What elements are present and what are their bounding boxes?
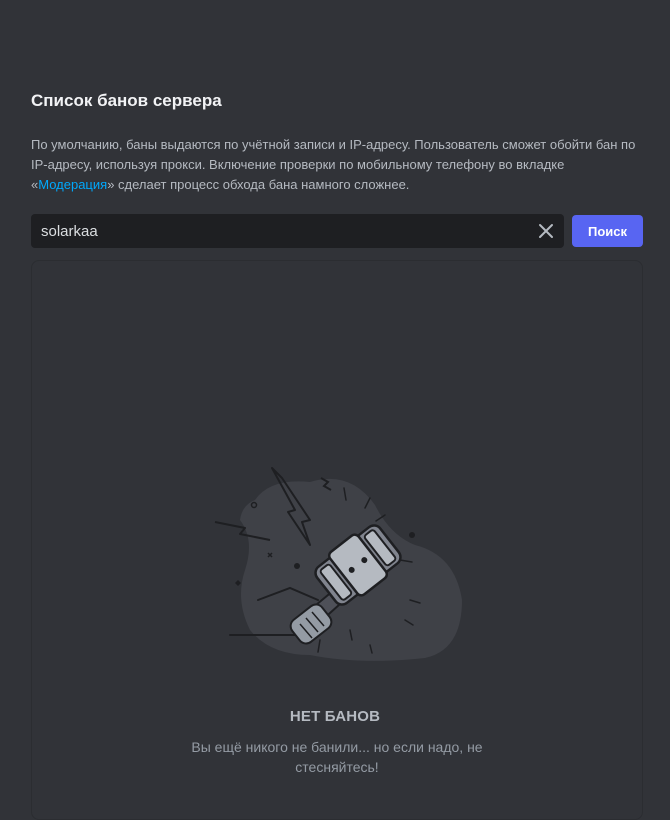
close-icon[interactable] — [536, 221, 556, 241]
empty-state-subtitle: Вы ещё никого не банили... но если надо,… — [191, 739, 483, 775]
ban-hammer-icon — [200, 460, 470, 670]
ban-description: По умолчанию, баны выдаются по учётной з… — [31, 135, 641, 195]
moderation-link[interactable]: Модерация — [38, 177, 107, 192]
page-title: Список банов сервера — [31, 91, 222, 110]
description-text-after: » сделает процесс обхода бана намного сл… — [107, 177, 410, 192]
search-button[interactable]: Поиск — [572, 215, 643, 247]
search-bar — [31, 214, 564, 248]
empty-state-title: НЕТ БАНОВ — [289, 708, 381, 725]
search-input[interactable] — [31, 214, 521, 248]
